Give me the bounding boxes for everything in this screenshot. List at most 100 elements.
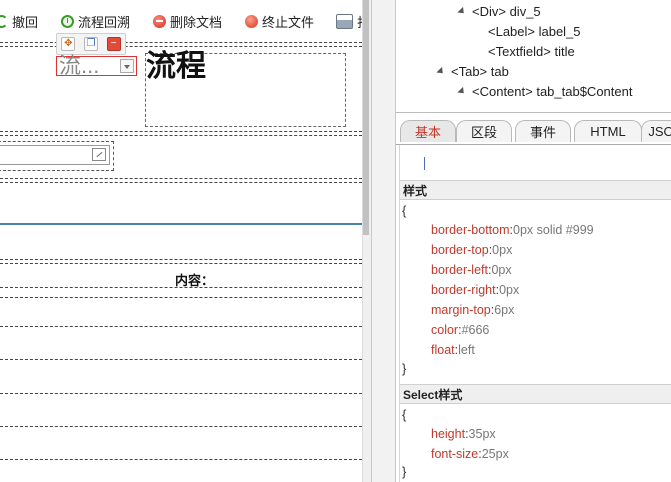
section-divider	[0, 359, 362, 360]
tree-node[interactable]: <Tab> tab	[436, 64, 509, 79]
tab-label: HTML	[590, 124, 626, 139]
tree-node-label: <Textfield> title	[488, 44, 575, 59]
css-rule[interactable]: border-top:0px	[431, 243, 512, 257]
undo-label: 撤回	[12, 14, 39, 30]
section-divider	[0, 297, 362, 298]
css-rule[interactable]: float:left	[431, 343, 475, 357]
designer-canvas[interactable]: 撤回 流程回溯 删除文档 终止文件 打 ✥ ❐ − 流... 流程	[0, 0, 362, 482]
trace-button[interactable]: 流程回溯	[61, 12, 130, 30]
css-value: 25px	[481, 447, 509, 461]
open-brace: {	[402, 203, 407, 218]
stop-file-label: 终止文件	[262, 14, 315, 30]
close-brace: }	[402, 361, 407, 376]
section-divider	[0, 426, 362, 427]
open-brace: {	[402, 407, 407, 422]
section-divider	[0, 263, 362, 264]
undo-button[interactable]: 撤回	[0, 12, 38, 30]
text-caret[interactable]	[424, 157, 425, 170]
section-divider	[0, 131, 362, 132]
delete-doc-button[interactable]: 删除文档	[153, 12, 222, 30]
css-property: margin-top	[431, 303, 491, 317]
tab-divider-line	[0, 223, 362, 225]
chevron-down-icon[interactable]	[120, 59, 134, 73]
undo-icon	[0, 14, 8, 28]
expand-icon[interactable]	[457, 86, 467, 97]
tree-node-label: <Content> tab_tab$Content	[472, 84, 633, 99]
select-style-section-header: Select样式	[400, 384, 671, 404]
tab-basic[interactable]: 基本	[400, 120, 456, 142]
print-icon	[336, 13, 353, 29]
tree-node-label: <Tab> tab	[451, 64, 509, 79]
property-tabs: 基本 区段 事件 HTML JSO	[396, 118, 671, 145]
tab-label: JSO	[648, 124, 671, 139]
flow-select[interactable]: 流...	[56, 53, 137, 78]
css-rule[interactable]: font-size:25px	[431, 447, 509, 461]
css-property: height	[431, 427, 466, 441]
print-button[interactable]: 打	[336, 12, 362, 30]
css-property: float	[431, 343, 455, 357]
stop-file-button[interactable]: 终止文件	[245, 12, 314, 30]
css-rule[interactable]: color:#666	[431, 323, 489, 337]
close-brace: }	[402, 464, 407, 479]
expand-icon[interactable]	[436, 66, 446, 77]
tree-node[interactable]: <Textfield> title	[488, 44, 575, 59]
css-value: left	[458, 343, 475, 357]
css-rule[interactable]: border-bottom:0px solid #999	[431, 223, 594, 237]
tab-section[interactable]: 区段	[456, 120, 512, 142]
section-divider	[0, 259, 362, 260]
expand-icon[interactable]	[457, 6, 467, 17]
style-section-header: 样式	[400, 180, 671, 200]
delete-icon	[153, 14, 166, 28]
tree-node[interactable]: <Content> tab_tab$Content	[457, 84, 633, 99]
css-rule[interactable]: margin-top:6px	[431, 303, 514, 317]
remove-icon[interactable]: −	[106, 37, 121, 51]
section-divider	[0, 178, 362, 179]
css-property: border-right	[431, 283, 496, 297]
delete-doc-label: 删除文档	[170, 14, 223, 30]
canvas-scrollbar-thumb[interactable]	[363, 0, 369, 235]
section-divider	[0, 42, 362, 43]
css-value: 0px	[492, 243, 513, 257]
css-value: 35px	[468, 427, 496, 441]
tab-events[interactable]: 事件	[515, 120, 571, 142]
section-divider	[0, 459, 362, 460]
stop-icon	[245, 14, 258, 28]
css-property: border-left	[431, 263, 488, 277]
tree-node-label: <Div> div_5	[472, 4, 541, 19]
css-rule[interactable]: height:35px	[431, 427, 496, 441]
tree-node[interactable]: <Div> div_5	[457, 4, 541, 19]
copy-icon[interactable]: ❐	[83, 37, 98, 51]
move-icon[interactable]: ✥	[61, 37, 76, 51]
toolbar: 撤回 流程回溯 删除文档 终止文件 打	[0, 0, 362, 40]
flow-select-value: 流...	[59, 53, 100, 78]
trace-label: 流程回溯	[78, 14, 131, 30]
element-tree[interactable]: <Div> div_5 <Label> label_5 <Textfield> …	[396, 0, 671, 113]
clock-icon	[61, 14, 74, 28]
element-mini-toolbar: ✥ ❐ −	[56, 33, 126, 55]
css-rule[interactable]: border-right:0px	[431, 283, 519, 297]
css-value: #666	[461, 323, 490, 337]
tab-label: 区段	[470, 125, 497, 140]
section-divider	[0, 46, 362, 47]
tab-label: 基本	[414, 125, 441, 140]
section-divider	[0, 287, 362, 288]
tab-json[interactable]: JSO	[641, 120, 671, 142]
css-value: 6px	[494, 303, 515, 317]
css-property: border-bottom	[431, 223, 510, 237]
title-field[interactable]: 流程	[146, 48, 206, 86]
panel-splitter[interactable]	[371, 0, 396, 482]
css-value: 0px	[491, 263, 512, 277]
text-input[interactable]	[0, 145, 110, 165]
section-divider	[0, 393, 362, 394]
tab-html[interactable]: HTML	[574, 120, 642, 142]
css-rule[interactable]: border-left:0px	[431, 263, 512, 277]
section-divider	[0, 135, 362, 136]
edit-icon[interactable]	[92, 148, 106, 161]
tree-node[interactable]: <Label> label_5	[488, 24, 581, 39]
tab-label: 事件	[529, 125, 556, 140]
css-property: font-size	[431, 447, 479, 461]
tree-node-label: <Label> label_5	[488, 24, 581, 39]
section-divider	[0, 182, 362, 183]
css-property: border-top	[431, 243, 489, 257]
css-property: color	[431, 323, 459, 337]
